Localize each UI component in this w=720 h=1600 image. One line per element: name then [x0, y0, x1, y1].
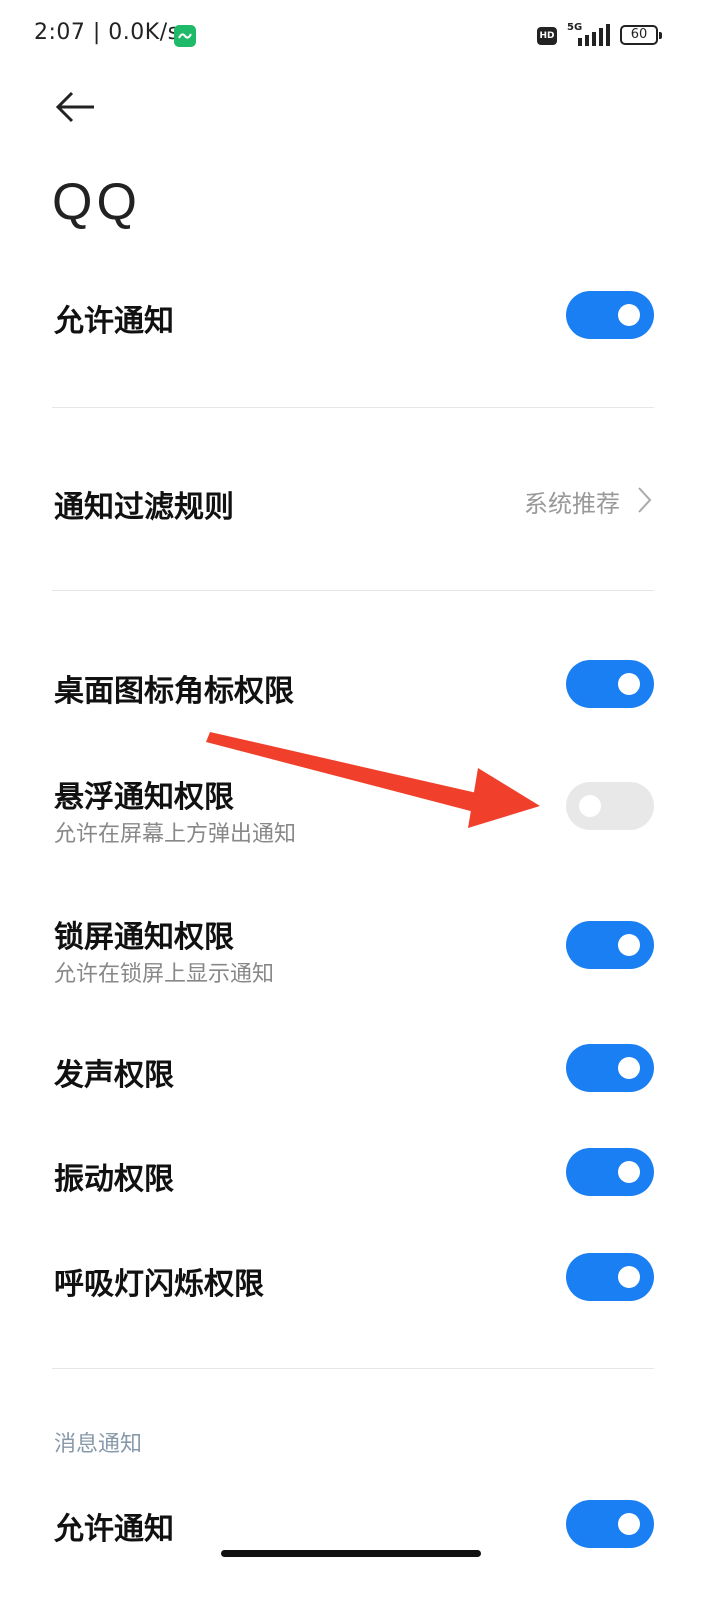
led-permission-row[interactable]: 呼吸灯闪烁权限 — [0, 1245, 720, 1315]
accessibility-app-icon — [174, 25, 196, 47]
chevron-right-icon — [638, 487, 652, 513]
floating-permission-row[interactable]: 悬浮通知权限 允许在屏幕上方弹出通知 — [0, 770, 720, 850]
floating-permission-description: 允许在屏幕上方弹出通知 — [54, 822, 297, 847]
filter-rules-value: 系统推荐 — [524, 490, 620, 518]
hd-voice-icon: HD — [537, 27, 557, 45]
filter-rules-label: 通知过滤规则 — [54, 490, 234, 525]
badge-permission-row[interactable]: 桌面图标角标权限 — [0, 652, 720, 722]
divider — [52, 590, 654, 591]
lockscreen-permission-toggle[interactable] — [566, 921, 654, 969]
toggle-knob — [618, 1266, 640, 1288]
section-header-message-notifications: 消息通知 — [54, 1432, 143, 1457]
status-bar: 2:07 | 0.0K/s HD 5G 60 — [0, 0, 720, 72]
vibrate-permission-label: 振动权限 — [54, 1162, 174, 1197]
divider — [52, 1368, 654, 1369]
sound-permission-toggle[interactable] — [566, 1044, 654, 1092]
sound-permission-label: 发声权限 — [54, 1058, 174, 1093]
home-indicator[interactable] — [221, 1550, 481, 1557]
filter-rules-row[interactable]: 通知过滤规则 系统推荐 — [0, 466, 720, 536]
lockscreen-permission-description: 允许在锁屏上显示通知 — [54, 962, 275, 987]
page-title: QQ — [52, 173, 141, 231]
message-allow-notifications-label: 允许通知 — [54, 1512, 174, 1547]
arrow-left-icon — [55, 91, 94, 123]
toggle-knob — [618, 673, 640, 695]
status-time: 2:07 | 0.0K/s — [34, 20, 180, 45]
lockscreen-permission-label: 锁屏通知权限 — [54, 920, 234, 955]
toggle-knob — [579, 795, 601, 817]
badge-permission-label: 桌面图标角标权限 — [54, 674, 294, 709]
floating-permission-toggle[interactable] — [566, 782, 654, 830]
allow-notifications-label: 允许通知 — [54, 304, 174, 339]
toggle-knob — [618, 1513, 640, 1535]
allow-notifications-toggle[interactable] — [566, 291, 654, 339]
led-permission-toggle[interactable] — [566, 1253, 654, 1301]
lockscreen-permission-row[interactable]: 锁屏通知权限 允许在锁屏上显示通知 — [0, 910, 720, 990]
led-permission-label: 呼吸灯闪烁权限 — [54, 1267, 264, 1302]
vibrate-permission-toggle[interactable] — [566, 1148, 654, 1196]
toggle-knob — [618, 1161, 640, 1183]
sound-permission-row[interactable]: 发声权限 — [0, 1036, 720, 1106]
signal-strength-icon — [578, 24, 610, 46]
toggle-knob — [618, 1057, 640, 1079]
allow-notifications-row[interactable]: 允许通知 — [0, 282, 720, 352]
floating-permission-label: 悬浮通知权限 — [54, 780, 234, 815]
message-allow-notifications-toggle[interactable] — [566, 1500, 654, 1548]
battery-icon: 60 — [620, 25, 662, 45]
badge-permission-toggle[interactable] — [566, 660, 654, 708]
back-button[interactable] — [50, 84, 100, 130]
toggle-knob — [618, 304, 640, 326]
vibrate-permission-row[interactable]: 振动权限 — [0, 1140, 720, 1210]
toggle-knob — [618, 934, 640, 956]
notification-settings-page: 2:07 | 0.0K/s HD 5G 60 QQ 允许通知 通知过滤规则 系统… — [0, 0, 720, 1600]
divider — [52, 407, 654, 408]
